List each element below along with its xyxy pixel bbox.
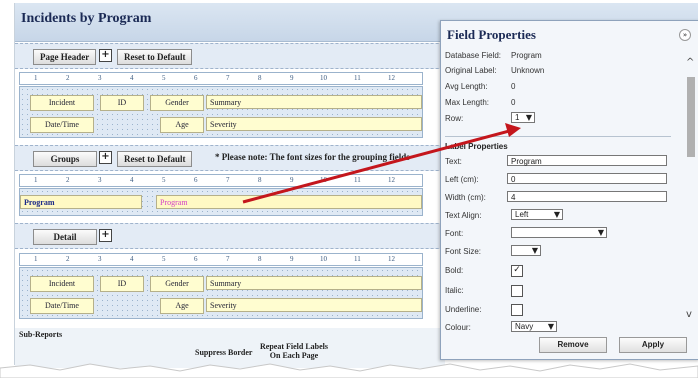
report-designer: Incidents by Program Page Header + Reset…: [14, 3, 698, 368]
arrow-shaft: [242, 128, 514, 204]
torn-edge: [0, 363, 698, 378]
arrow-head: [505, 123, 521, 137]
annotation-arrow: [242, 123, 521, 204]
